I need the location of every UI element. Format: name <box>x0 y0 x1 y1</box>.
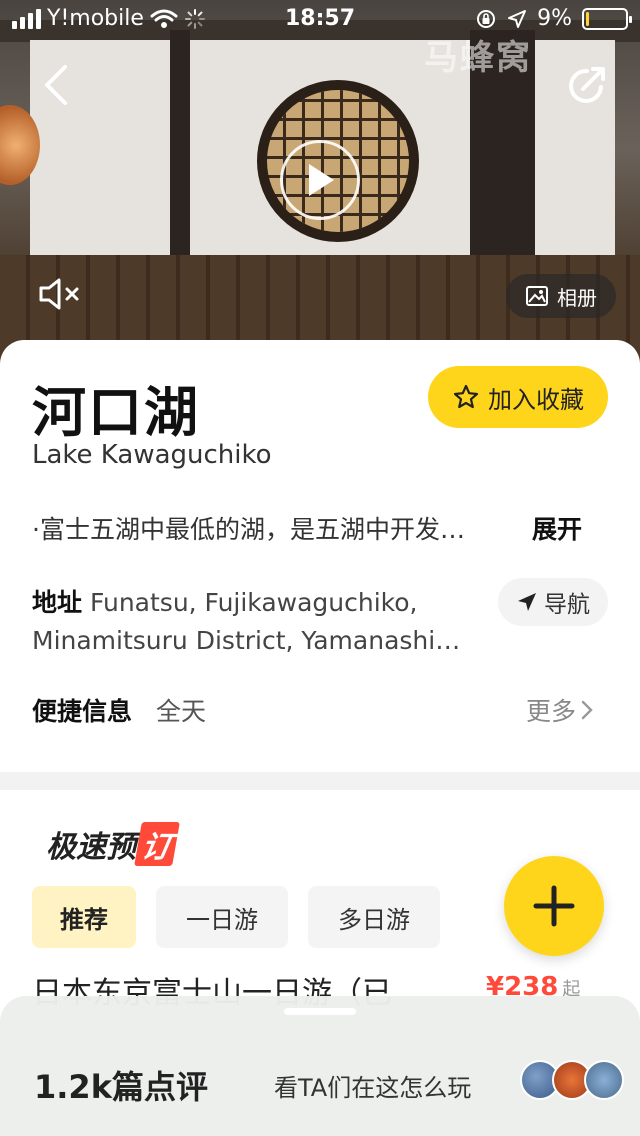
address-line-2: Minamitsuru District, Yamanashi… <box>32 626 461 655</box>
tab-multi-day-tour[interactable]: 多日游 <box>308 886 440 948</box>
share-button[interactable] <box>562 60 612 110</box>
avatar <box>584 1060 624 1100</box>
address-label: 地址 <box>32 588 83 617</box>
avatar-group <box>520 1060 624 1100</box>
poi-info-card: 河口湖 Lake Kawaguchiko 加入收藏 ·富士五湖中最低的湖，是五湖… <box>0 340 640 772</box>
add-button[interactable] <box>504 856 604 956</box>
battery-percent: 9% <box>537 6 572 31</box>
see-how-they-play-link[interactable]: 看TA们在这怎么玩 <box>274 1068 471 1103</box>
address-block: 地址 Funatsu, Fujikawaguchiko, Minamitsuru… <box>32 584 492 660</box>
mute-button[interactable] <box>34 272 84 316</box>
play-video-button[interactable] <box>280 140 360 220</box>
tab-recommended[interactable]: 推荐 <box>32 886 136 948</box>
navigate-label: 导航 <box>544 592 590 618</box>
hero-photo[interactable]: 马蜂窝 相册 <box>0 0 640 370</box>
description-text: ·富士五湖中最低的湖，是五湖中开发… <box>32 515 465 544</box>
location-arrow-icon <box>508 9 527 28</box>
favorite-label: 加入收藏 <box>488 385 584 414</box>
battery-icon <box>582 7 632 30</box>
play-icon <box>309 164 334 196</box>
speaker-muted-icon <box>39 278 79 310</box>
booking-logo-text: 极速预 <box>46 830 136 865</box>
image-icon <box>526 286 548 306</box>
chevron-right-icon <box>581 700 593 720</box>
album-label: 相册 <box>557 285 597 310</box>
more-label: 更多 <box>526 697 577 726</box>
album-button[interactable]: 相册 <box>506 274 616 318</box>
poi-title: 河口湖 <box>32 381 200 444</box>
plus-icon <box>533 885 575 927</box>
quick-info-label: 便捷信息 <box>32 697 133 726</box>
expand-link[interactable]: 展开 <box>532 510 582 546</box>
quick-info-value: 全天 <box>155 697 206 726</box>
add-favorite-button[interactable]: 加入收藏 <box>428 366 608 428</box>
share-icon <box>569 67 605 103</box>
chevron-left-icon <box>45 65 67 105</box>
battery-level <box>586 11 590 26</box>
navigate-button[interactable]: 导航 <box>498 578 608 626</box>
more-link[interactable]: 更多 <box>526 692 594 728</box>
navigation-arrow-icon <box>518 593 536 611</box>
status-right: 9% <box>475 6 632 31</box>
photo-pillar <box>170 30 190 270</box>
booking-logo-badge: 订 <box>134 822 180 866</box>
reviews-bottom-sheet[interactable]: 1.2k篇点评 看TA们在这怎么玩 <box>0 996 640 1136</box>
address-line-1: Funatsu, Fujikawaguchiko, <box>89 588 418 617</box>
sheet-drag-handle[interactable] <box>284 1008 356 1015</box>
orientation-lock-icon <box>477 9 496 28</box>
poi-description: ·富士五湖中最低的湖，是五湖中开发… 展开 <box>32 510 592 546</box>
poi-subtitle: Lake Kawaguchiko <box>32 440 272 470</box>
booking-logo: 极速预 订 <box>46 822 180 866</box>
status-bar: Y!mobile 18:57 9% <box>0 0 640 40</box>
quick-info: 便捷信息 全天 <box>32 692 206 728</box>
tab-day-tour[interactable]: 一日游 <box>156 886 288 948</box>
review-count: 1.2k篇点评 <box>34 1068 208 1106</box>
star-icon <box>453 384 479 409</box>
back-button[interactable] <box>30 60 80 110</box>
